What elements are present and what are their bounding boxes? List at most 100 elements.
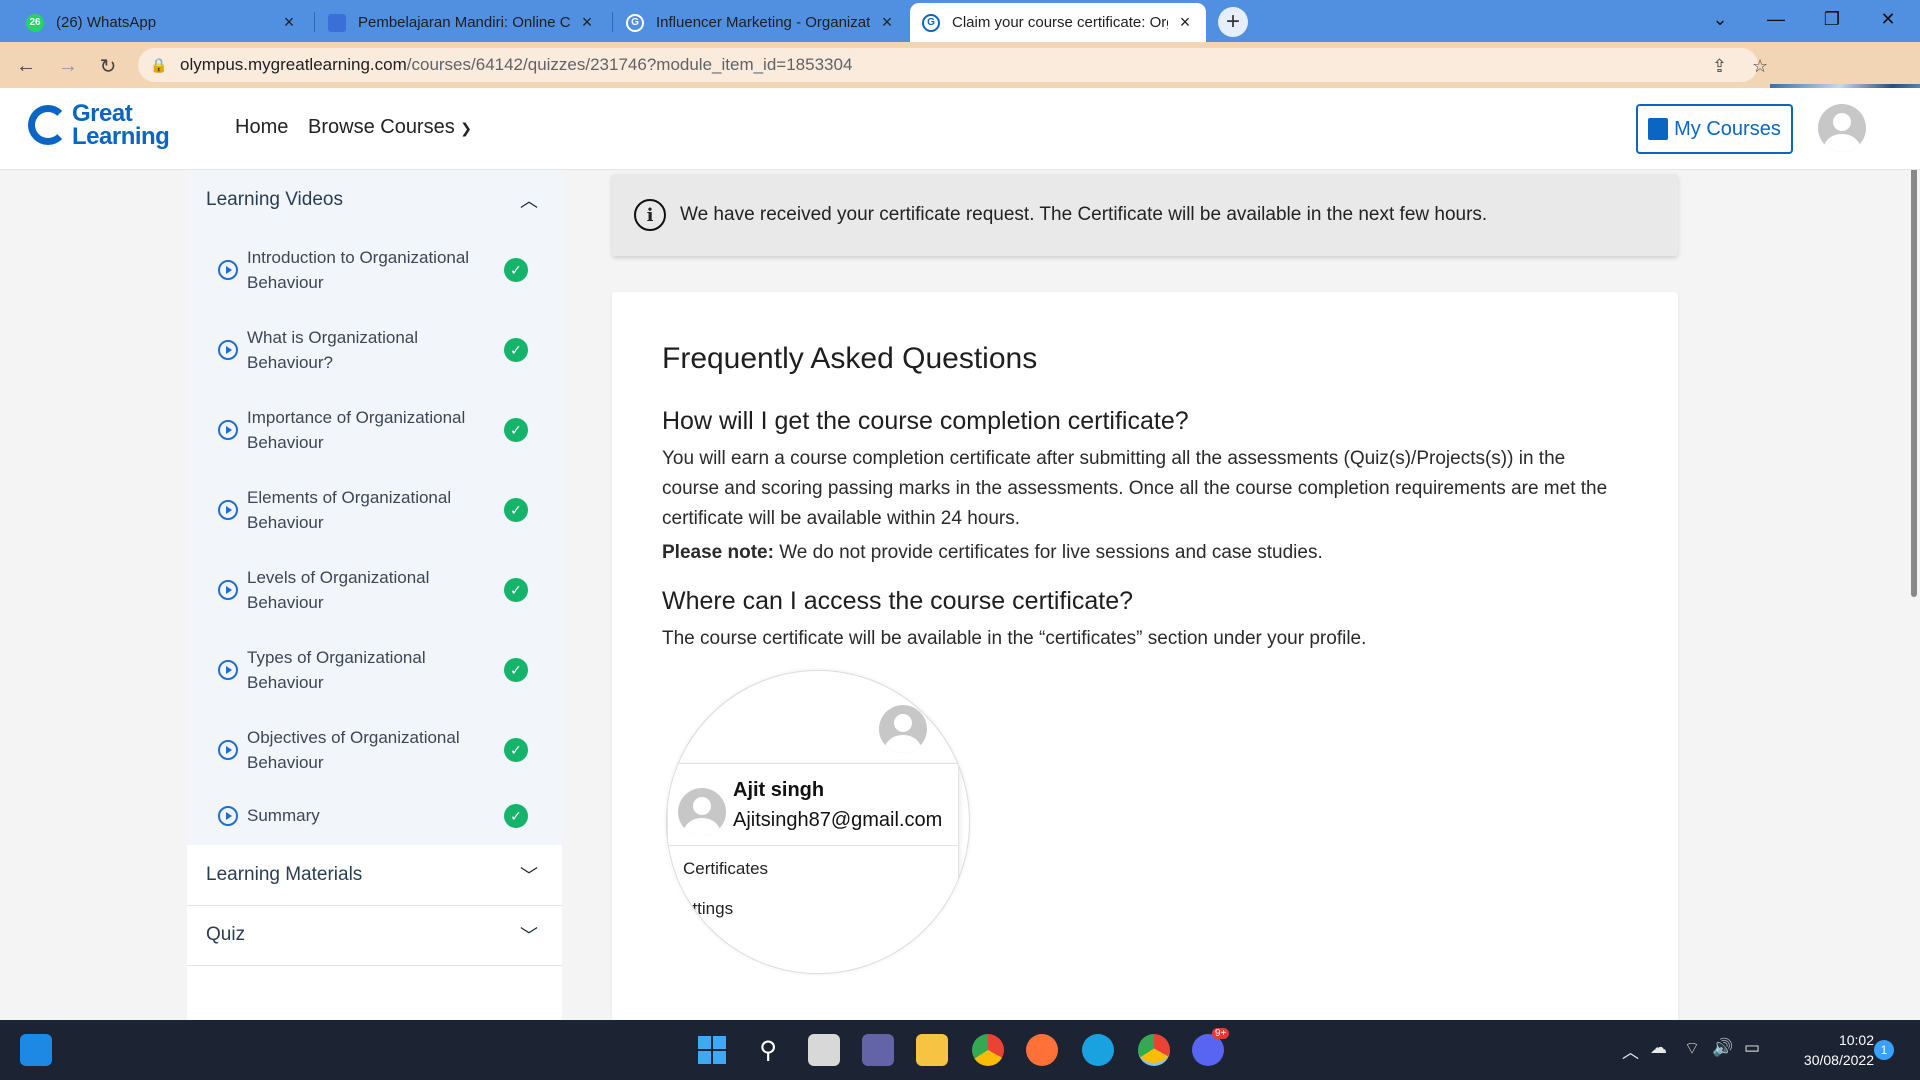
chevron-up-icon[interactable]: ︿ — [1622, 1038, 1639, 1063]
avatar — [678, 788, 726, 836]
user-avatar[interactable] — [1818, 104, 1866, 152]
page-content: Learning Videos ︿ Introduction to Organi… — [0, 170, 1920, 1020]
section-learning-videos[interactable]: Learning Videos ︿ — [187, 170, 562, 230]
logo-line1: Great — [72, 100, 133, 127]
my-courses-button[interactable]: My Courses — [1636, 104, 1793, 154]
close-tab-icon[interactable]: × — [280, 12, 298, 33]
check-circle-icon: ✓ — [504, 738, 528, 762]
back-button[interactable]: ← — [12, 52, 40, 80]
bookmark-star-icon[interactable]: ☆ — [1752, 56, 1768, 77]
minimize-button[interactable]: — — [1748, 0, 1804, 38]
chevron-down-icon[interactable]: ﹀ — [520, 862, 538, 888]
faq-answer: The course certificate will be available… — [662, 628, 1367, 649]
great-learning-g-icon — [28, 105, 68, 145]
windows-start-icon[interactable] — [696, 1034, 728, 1066]
page-scrollbar[interactable] — [1911, 170, 1917, 597]
new-tab-button[interactable]: + — [1218, 7, 1248, 37]
url-input[interactable]: 🔒 olympus.mygreatlearning.com/courses/64… — [138, 48, 1768, 82]
great-learning-logo[interactable]: Great Learning — [28, 100, 170, 150]
section-learning-materials[interactable]: Learning Materials ﹀ — [187, 845, 562, 905]
lesson-item[interactable]: Objectives of Organizational Behaviour ✓ — [187, 710, 562, 790]
wifi-icon[interactable]: ⌔ — [1684, 1038, 1700, 1059]
widgets-icon[interactable] — [20, 1034, 52, 1066]
tab-pembelajaran[interactable]: Pembelajaran Mandiri: Online Co × — [316, 3, 608, 42]
info-icon: i — [634, 199, 666, 231]
lesson-item[interactable]: Importance of Organizational Behaviour ✓ — [187, 390, 562, 470]
check-circle-icon: ✓ — [504, 418, 528, 442]
system-clock[interactable]: 10:02 30/08/2022 — [1784, 1030, 1874, 1070]
lesson-item[interactable]: Summary ✓ — [187, 790, 562, 845]
lesson-label: Levels of Organizational Behaviour — [247, 568, 430, 612]
lock-icon: 🔒 — [150, 56, 168, 73]
forward-button[interactable]: → — [54, 52, 82, 80]
faq-question: How will I get the course completion cer… — [662, 407, 1189, 435]
url-text: olympus.mygreatlearning.com/courses/6414… — [180, 55, 853, 74]
tab-title: (26) WhatsApp — [56, 14, 157, 31]
section-label: Learning Videos — [206, 189, 343, 210]
lesson-item[interactable]: What is Organizational Behaviour? ✓ — [187, 310, 562, 390]
nav-browse-label: Browse Courses — [308, 116, 455, 138]
tab-whatsapp[interactable]: 26 (26) WhatsApp × — [14, 3, 310, 42]
lesson-item[interactable]: Elements of Organizational Behaviour ✓ — [187, 470, 562, 550]
play-circle-icon — [218, 740, 238, 760]
lesson-label: Elements of Organizational Behaviour — [247, 488, 452, 532]
faq-title: Frequently Asked Questions — [662, 342, 1038, 375]
great-learning-favicon-icon: G — [626, 13, 644, 32]
menu-item-certificates: Certificates — [683, 859, 769, 878]
task-view-icon[interactable] — [808, 1034, 840, 1066]
lesson-label: Introduction to Organizational Behaviour — [247, 248, 470, 292]
tab-title: Claim your course certificate: Org — [952, 14, 1168, 31]
search-icon[interactable]: ⚲ — [752, 1034, 784, 1066]
restore-button[interactable]: ❐ — [1804, 0, 1860, 38]
file-explorer-icon[interactable] — [916, 1034, 948, 1066]
certificate-request-notice: i We have received your certificate requ… — [612, 174, 1678, 256]
onedrive-cloud-icon[interactable]: ☁ — [1650, 1038, 1667, 1058]
great-learning-favicon-icon: G — [922, 13, 940, 32]
edge-icon[interactable] — [1082, 1034, 1114, 1066]
lesson-label: Summary — [247, 806, 320, 825]
lesson-item[interactable]: Types of Organizational Behaviour ✓ — [187, 630, 562, 710]
close-tab-icon[interactable]: × — [578, 12, 596, 33]
menu-item-settings: ettings — [683, 899, 734, 918]
clock-date: 30/08/2022 — [1803, 1052, 1874, 1068]
lesson-item[interactable]: Introduction to Organizational Behaviour… — [187, 230, 562, 310]
faq-answer: You will earn a course completion certif… — [662, 448, 1608, 529]
chrome-profile-icon[interactable] — [1138, 1034, 1170, 1066]
tab-search-icon[interactable]: ⌄ — [1692, 0, 1748, 38]
share-icon[interactable]: ⇪ — [1712, 56, 1727, 77]
logo-line2: Learning — [72, 123, 170, 150]
faq-note: Please note: We do not provide certifica… — [662, 538, 1622, 568]
section-label: Quiz — [206, 924, 246, 945]
nav-browse-courses[interactable]: Browse Courses ❯ — [308, 116, 472, 139]
firefox-icon[interactable] — [1026, 1034, 1058, 1066]
windows-taskbar: ⚲ 9+ ︿ ☁ ⌔ 🔊 ▭ 10:02 30/08/2022 1 — [0, 1020, 1920, 1080]
check-circle-icon: ✓ — [504, 258, 528, 282]
profile-name: Ajit singh — [733, 779, 825, 801]
lesson-item[interactable]: Levels of Organizational Behaviour ✓ — [187, 550, 562, 630]
chevron-down-icon[interactable]: ﹀ — [520, 922, 538, 948]
play-circle-icon — [218, 500, 238, 520]
notification-badge[interactable]: 1 — [1874, 1040, 1894, 1060]
chevron-up-icon[interactable]: ︿ — [520, 187, 538, 213]
volume-icon[interactable]: 🔊 — [1712, 1038, 1733, 1058]
play-circle-icon — [218, 260, 238, 280]
close-window-button[interactable]: ✕ — [1860, 0, 1916, 38]
reload-button[interactable]: ↻ — [94, 52, 122, 80]
chrome-icon[interactable] — [972, 1034, 1004, 1066]
play-circle-icon — [218, 420, 238, 440]
battery-icon[interactable]: ▭ — [1744, 1038, 1760, 1058]
teams-chat-icon[interactable] — [862, 1034, 894, 1066]
note-text: We do not provide certificates for live … — [779, 542, 1323, 563]
close-tab-icon[interactable]: × — [878, 12, 896, 33]
tab-influencer-marketing[interactable]: G Influencer Marketing - Organizat × — [614, 3, 908, 42]
divider — [667, 845, 959, 846]
tab-claim-certificate[interactable]: G Claim your course certificate: Org × — [910, 3, 1206, 42]
section-quiz[interactable]: Quiz ﹀ — [187, 905, 562, 965]
divider — [187, 965, 562, 966]
nav-home[interactable]: Home — [235, 116, 288, 139]
chevron-down-icon: ❯ — [460, 120, 473, 136]
whatsapp-icon: 26 — [26, 13, 44, 32]
discord-icon[interactable]: 9+ — [1192, 1028, 1230, 1066]
check-circle-icon: ✓ — [504, 804, 528, 828]
close-tab-icon[interactable]: × — [1176, 12, 1194, 33]
